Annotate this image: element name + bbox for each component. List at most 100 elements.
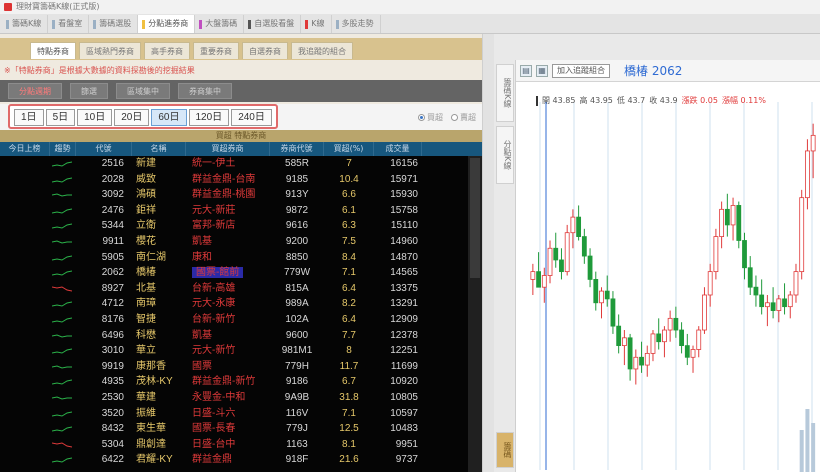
today-listed-cell bbox=[0, 265, 50, 281]
table-row[interactable]: 8432 東生華 國票-長春 779J 12.5 10483 bbox=[0, 421, 482, 437]
table-row[interactable]: 5304 鼎創達 日盛-台中 1163 8.1 9951 bbox=[0, 437, 482, 453]
main-tab-0[interactable]: 籌碼K線 bbox=[2, 15, 49, 33]
main-tab-2[interactable]: 籌碼選股 bbox=[89, 15, 139, 33]
column-header-0[interactable]: 今日上榜 bbox=[0, 142, 50, 156]
main-tab-label: 看盤室 bbox=[58, 19, 83, 28]
table-row[interactable]: 4712 南璋 元大-永康 989A 8.2 13291 bbox=[0, 296, 482, 312]
title-bar: 理財寶籌碼K線(正式版) bbox=[0, 0, 820, 14]
table-row[interactable]: 2476 鉅祥 元大-新莊 9872 6.1 15758 bbox=[0, 203, 482, 219]
trend-cell bbox=[50, 328, 76, 344]
column-header-4[interactable]: 買超券商 bbox=[186, 142, 270, 156]
stock-name-cell: 威致 bbox=[136, 173, 156, 185]
period-button-2[interactable]: 10日 bbox=[77, 109, 113, 126]
candle-body bbox=[541, 275, 547, 288]
table-row[interactable]: 6496 科懋 凱基 9600 7.7 12378 bbox=[0, 328, 482, 344]
radio-dot-icon[interactable] bbox=[418, 114, 425, 121]
main-tab-6[interactable]: K線 bbox=[301, 15, 332, 33]
period-button-6[interactable]: 240日 bbox=[231, 109, 272, 126]
period-button-4[interactable]: 60日 bbox=[151, 109, 187, 126]
main-tab-5[interactable]: 自選股看盤 bbox=[244, 15, 302, 33]
radio-dot-icon[interactable] bbox=[451, 114, 458, 121]
chart-canvas[interactable] bbox=[516, 82, 820, 472]
table-row[interactable]: 9911 櫻花 凱基 9200 7.5 14960 bbox=[0, 234, 482, 250]
table-row[interactable]: 8176 智捷 台新-新竹 102A 6.4 12909 bbox=[0, 312, 482, 328]
radio-option-1[interactable]: 賣超 bbox=[451, 112, 476, 123]
column-header-2[interactable]: 代號 bbox=[76, 142, 132, 156]
sub-tab-5[interactable]: 我追蹤的組合 bbox=[291, 42, 353, 59]
table-row[interactable]: 2530 華建 永豐金-中和 9A9B 31.8 10805 bbox=[0, 390, 482, 406]
column-header-7[interactable]: 成交量 bbox=[374, 142, 422, 156]
table-row[interactable]: 2516 新建 統一-伊土 585R 7 16156 bbox=[0, 156, 482, 172]
table-row[interactable]: 5344 立衛 富邦-新店 9616 6.3 15110 bbox=[0, 218, 482, 234]
stock-code-cell: 8432 bbox=[101, 423, 124, 435]
toolbar-button-0[interactable]: 分點週期 bbox=[8, 83, 62, 99]
sub-tab-1[interactable]: 區域熱門券商 bbox=[79, 42, 141, 59]
toolbar-button-2[interactable]: 區域集中 bbox=[116, 83, 170, 99]
grid-scroll-thumb[interactable] bbox=[470, 158, 480, 278]
add-to-watch-button[interactable]: 加入追蹤組合 bbox=[552, 63, 610, 78]
main-tab-1[interactable]: 看盤室 bbox=[48, 15, 90, 33]
table-row[interactable]: 3520 振維 日盛-斗六 116V 7.1 10597 bbox=[0, 406, 482, 422]
candle-body bbox=[742, 240, 747, 269]
trend-sparkline-icon bbox=[52, 457, 72, 463]
column-header-1[interactable]: 趨勢 bbox=[50, 142, 76, 156]
stock-name-cell: 南璋 bbox=[136, 298, 156, 310]
candle-body bbox=[616, 325, 622, 346]
sub-tab-0[interactable]: 特點券商 bbox=[30, 42, 76, 59]
table-row[interactable]: 8927 北基 台新-高雄 815A 6.4 13375 bbox=[0, 281, 482, 297]
side-tab-1[interactable]: 分點K線 bbox=[496, 126, 514, 184]
candle-body bbox=[793, 271, 799, 296]
folder-icon[interactable]: ▤ bbox=[520, 64, 532, 77]
grid-body: 2516 新建 統一-伊土 585R 7 16156 2028 威致 群益金鼎-台南 9185 10… bbox=[0, 156, 482, 468]
table-row[interactable]: 3092 鴻碩 群益金鼎-桃園 913Y 6.6 15930 bbox=[0, 187, 482, 203]
sub-tab-3[interactable]: 重要券商 bbox=[193, 42, 239, 59]
sub-tab-4[interactable]: 自選券商 bbox=[242, 42, 288, 59]
candle-body bbox=[570, 216, 576, 234]
candlestick-chart[interactable]: 開 43.85 高 43.95 低 43.7 收 43.9 漲跌 0.05 漲幅… bbox=[516, 82, 820, 472]
column-header-6[interactable]: 買超(%) bbox=[324, 142, 374, 156]
period-button-3[interactable]: 20日 bbox=[114, 109, 150, 126]
today-listed-cell bbox=[0, 343, 50, 359]
table-row[interactable]: 2062 橋椿 國票-館前 779W 7.1 14565 bbox=[0, 265, 482, 281]
grid-scrollbar[interactable] bbox=[468, 156, 482, 472]
panel-splitter[interactable] bbox=[482, 34, 494, 472]
table-row[interactable]: 3010 華立 元大-新竹 981M1 8 12251 bbox=[0, 343, 482, 359]
toolbar-button-1[interactable]: 篩選 bbox=[70, 83, 108, 99]
radio-option-0[interactable]: 買超 bbox=[418, 112, 443, 123]
broker-code-cell: 779J bbox=[286, 423, 308, 435]
table-row[interactable]: 4935 茂林-KY 群益金鼎-新竹 9186 6.7 10920 bbox=[0, 374, 482, 390]
stock-name-cell: 振維 bbox=[136, 407, 156, 419]
trend-cell bbox=[50, 218, 76, 234]
stock-name-cell: 科懋 bbox=[136, 329, 156, 341]
stock-name-cell: 華立 bbox=[136, 345, 156, 357]
period-button-5[interactable]: 120日 bbox=[188, 109, 230, 126]
trend-sparkline-icon bbox=[52, 208, 72, 214]
broker-name-text: 國票-館前 bbox=[192, 267, 244, 279]
table-row[interactable]: 2028 威致 群益金鼎-台南 9185 10.4 15971 bbox=[0, 172, 482, 188]
stock-code-cell: 4935 bbox=[101, 376, 124, 388]
ohlc-marker-icon bbox=[536, 96, 538, 106]
table-row[interactable]: 6422 君耀-KY 群益金鼎 918F 21.6 9737 bbox=[0, 452, 482, 468]
toolbar-button-3[interactable]: 券商集中 bbox=[178, 83, 232, 99]
broker-name-text: 台新-高雄 bbox=[192, 282, 236, 294]
sub-tab-2[interactable]: 高手券商 bbox=[144, 42, 190, 59]
period-button-0[interactable]: 1日 bbox=[14, 109, 44, 126]
grid-icon[interactable]: ▦ bbox=[536, 64, 548, 77]
buy-percent-cell: 6.4 bbox=[342, 313, 356, 325]
buy-percent-cell: 8.4 bbox=[342, 251, 356, 263]
period-button-1[interactable]: 5日 bbox=[45, 109, 76, 126]
candle-body bbox=[782, 298, 787, 308]
side-tab-0[interactable]: 籌碼K線 bbox=[496, 64, 514, 122]
column-header-3[interactable]: 名稱 bbox=[132, 142, 186, 156]
tab-color-mark bbox=[6, 19, 9, 29]
main-tab-3[interactable]: 分點進券商 bbox=[138, 15, 196, 33]
table-row[interactable]: 9919 康那香 國票 779H 11.7 11699 bbox=[0, 359, 482, 375]
volume-cell: 15758 bbox=[390, 204, 418, 216]
table-row[interactable]: 5905 南仁湖 康和 8850 8.4 14870 bbox=[0, 250, 482, 266]
column-header-5[interactable]: 券商代號 bbox=[270, 142, 324, 156]
main-tab-4[interactable]: 大盤籌碼 bbox=[195, 15, 245, 33]
main-tab-7[interactable]: 多股走勢 bbox=[332, 15, 381, 33]
side-tab-bottom[interactable]: 籌碼 bbox=[496, 432, 514, 468]
broker-name-text: 凱基 bbox=[192, 235, 212, 247]
stock-code-cell: 8176 bbox=[101, 313, 124, 325]
